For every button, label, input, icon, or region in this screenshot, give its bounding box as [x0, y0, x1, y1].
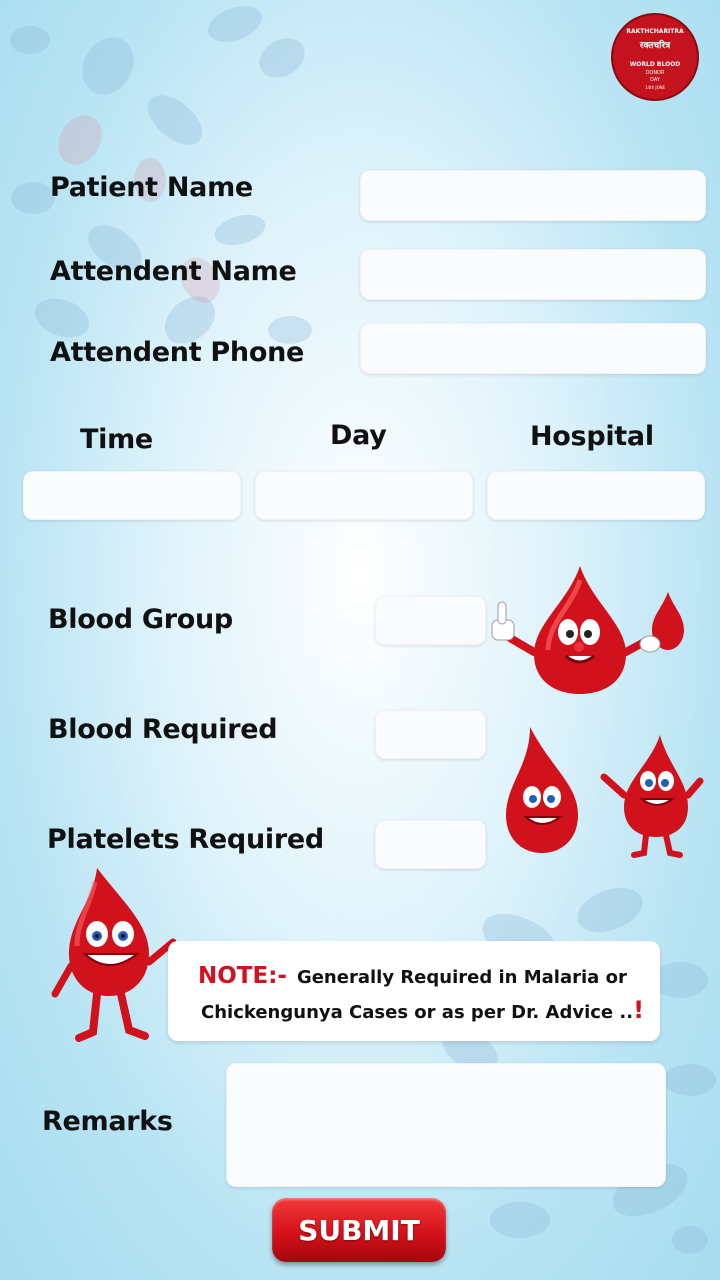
attendent-name-input[interactable] [360, 249, 706, 300]
note-line1: NOTE:- Generally Required in Malaria or [198, 963, 627, 989]
blood-group-label: Blood Group [48, 604, 233, 635]
logo-top-text: RAKTHCHARITRA [626, 28, 684, 35]
note-title: NOTE:- [198, 963, 287, 989]
logo-hindi-text: रक्तचरित्र [639, 39, 671, 51]
attendent-phone-label: Attendent Phone [50, 337, 305, 368]
remarks-textarea[interactable] [226, 1063, 666, 1187]
logo-event-line3: DAY [650, 77, 661, 83]
attendent-phone-input[interactable] [360, 323, 706, 374]
submit-button[interactable]: SUBMIT [272, 1198, 446, 1262]
patient-name-input[interactable] [360, 170, 706, 221]
note-box: NOTE:- Generally Required in Malaria or C… [168, 941, 660, 1041]
logo-event-line2: DONOR [646, 70, 665, 76]
day-input[interactable] [255, 471, 473, 520]
blood-drop-mascot-note [51, 868, 177, 1042]
blood-required-label: Blood Required [48, 714, 278, 745]
time-input[interactable] [23, 471, 241, 520]
hospital-label: Hospital [530, 421, 654, 452]
note-line2: Chickengunya Cases or as per Dr. Advice … [201, 996, 644, 1024]
patient-name-label: Patient Name [50, 172, 253, 203]
blood-required-input[interactable] [375, 710, 486, 759]
note-text-line2: Chickengunya Cases or as per Dr. Advice … [201, 1002, 634, 1023]
note-text-line1: Generally Required in Malaria or [296, 967, 627, 988]
hospital-input[interactable] [487, 471, 705, 520]
platelets-required-input[interactable] [375, 820, 486, 869]
attendent-name-label: Attendent Name [50, 256, 297, 287]
platelets-required-label: Platelets Required [47, 824, 324, 855]
logo-date: 14th JUNE [645, 85, 666, 90]
rakthcharitra-logo: RAKTHCHARITRA रक्तचरित्र WORLD BLOOD DON… [611, 13, 699, 101]
note-exclamation: ! [633, 996, 645, 1024]
day-label: Day [330, 420, 387, 451]
blood-drop-mascots-pair [506, 727, 704, 858]
remarks-label: Remarks [42, 1106, 173, 1137]
time-label: Time [80, 424, 153, 455]
blood-drop-mascot-thumbs-up [491, 566, 684, 694]
blood-group-input[interactable] [375, 596, 486, 645]
logo-event-line1: WORLD BLOOD [630, 61, 681, 68]
